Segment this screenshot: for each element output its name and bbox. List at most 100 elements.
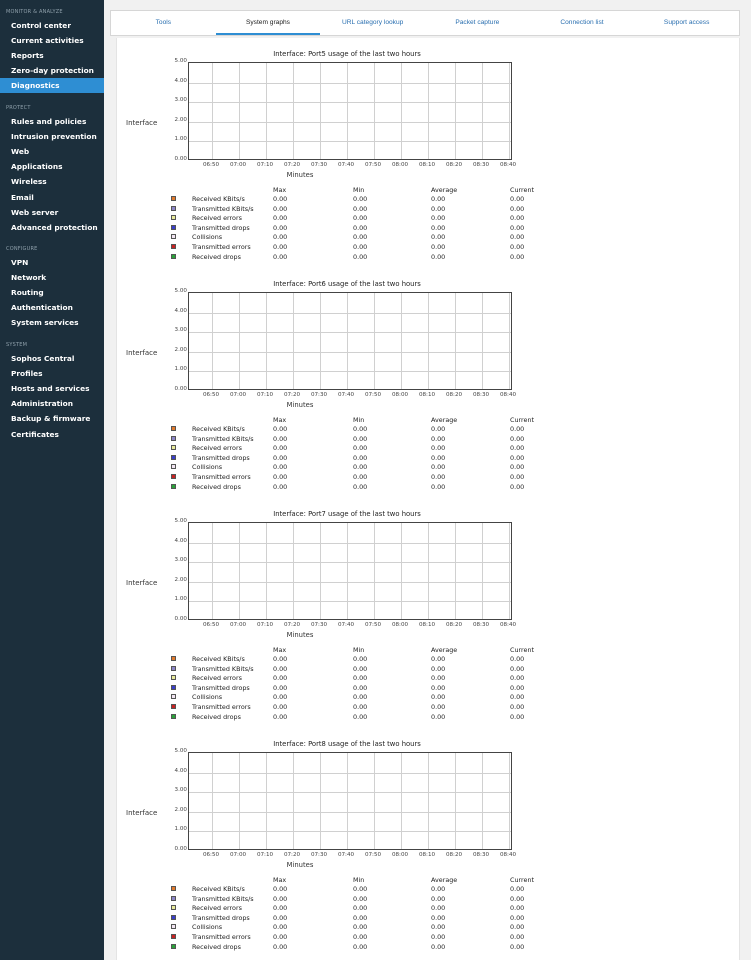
tab-packet-capture[interactable]: Packet capture [425, 11, 530, 35]
stat-value: 0.00 [353, 683, 368, 692]
sidebar-item-profiles[interactable]: Profiles [0, 366, 104, 381]
gridline [212, 523, 213, 619]
gridline [509, 63, 510, 159]
y-tick-label: 0.00 [174, 616, 187, 622]
gridline [374, 63, 375, 159]
gridline [189, 772, 511, 774]
gridline [189, 141, 511, 143]
stat-label: Transmitted KBits/s [192, 894, 254, 903]
sidebar-item-reports[interactable]: Reports [0, 48, 104, 63]
sidebar-item-advanced-protection[interactable]: Advanced protection [0, 220, 104, 235]
interface-graph-3: Interface: Port7 usage of the last two h… [117, 510, 737, 740]
sidebar-item-system-services[interactable]: System services [0, 315, 104, 330]
sidebar-item-wireless[interactable]: Wireless [0, 174, 104, 189]
gridline [189, 332, 511, 334]
stat-value: 0.00 [273, 204, 288, 213]
stat-label: Transmitted drops [192, 453, 250, 462]
stat-value: 0.00 [273, 693, 288, 702]
sidebar-item-sophos-central[interactable]: Sophos Central [0, 351, 104, 366]
stat-value: 0.00 [510, 425, 525, 433]
sidebar-section-header: MONITOR & ANALYZE [6, 9, 63, 15]
gridline [347, 753, 348, 849]
x-tick-label: 07:40 [337, 392, 355, 398]
gridline [347, 523, 348, 619]
x-tick-label: 07:30 [310, 622, 328, 628]
stat-value: 0.00 [353, 434, 368, 443]
gridline [212, 293, 213, 389]
stats-column-header: Average [431, 876, 458, 884]
stats-column-header: Min [353, 646, 365, 654]
stat-value: 0.00 [273, 904, 288, 913]
sidebar-section-header: CONFIGURE [6, 246, 38, 252]
x-tick-label: 07:00 [229, 162, 247, 168]
stat-value: 0.00 [510, 444, 525, 453]
stat-value: 0.00 [510, 233, 525, 242]
y-tick-label: 0.00 [174, 156, 187, 162]
sidebar-item-authentication[interactable]: Authentication [0, 300, 104, 315]
stat-value: 0.00 [353, 664, 368, 673]
stat-value: 0.00 [273, 463, 288, 472]
sidebar-item-zero-day-protection[interactable]: Zero-day protection [0, 63, 104, 78]
graph-title: Interface: Port5 usage of the last two h… [273, 50, 421, 58]
stat-row: Transmitted drops 0.00 0.00 0.00 0.00 [117, 913, 737, 923]
gridline [401, 753, 402, 849]
sidebar-item-hosts-and-services[interactable]: Hosts and services [0, 381, 104, 396]
tab-tools[interactable]: Tools [111, 11, 216, 35]
sidebar-item-email[interactable]: Email [0, 190, 104, 205]
stat-value: 0.00 [431, 233, 446, 242]
gridline [374, 523, 375, 619]
tab-connection-list[interactable]: Connection list [530, 11, 635, 35]
stat-value: 0.00 [431, 243, 446, 251]
x-tick-label: 07:40 [337, 852, 355, 858]
stat-value: 0.00 [353, 444, 368, 453]
transmitted-drops-legend-swatch [171, 454, 176, 460]
stat-value: 0.00 [273, 712, 288, 721]
stat-row: Received drops 0.00 0.00 0.00 0.00 [117, 712, 737, 722]
x-tick-label: 07:30 [310, 392, 328, 398]
stat-value: 0.00 [431, 204, 446, 213]
stat-label: Transmitted KBits/s [192, 204, 254, 213]
x-tick-label: 07:30 [310, 162, 328, 168]
x-tick-label: 06:50 [202, 162, 220, 168]
sidebar-item-intrusion-prevention[interactable]: Intrusion prevention [0, 129, 104, 144]
y-tick-label: 5.00 [174, 518, 187, 524]
gridline [401, 63, 402, 159]
gridline [189, 371, 511, 373]
sidebar-item-rules-and-policies[interactable]: Rules and policies [0, 114, 104, 129]
collisions-legend-swatch [171, 924, 176, 930]
sidebar-item-administration[interactable]: Administration [0, 396, 104, 411]
sidebar-item-applications[interactable]: Applications [0, 159, 104, 174]
sidebar-item-network[interactable]: Network [0, 270, 104, 285]
tab-url-category-lookup[interactable]: URL category lookup [320, 11, 425, 35]
sidebar-item-certificates[interactable]: Certificates [0, 427, 104, 442]
sidebar-item-vpn[interactable]: VPN [0, 255, 104, 270]
stat-label: Transmitted errors [192, 243, 251, 251]
gridline [347, 63, 348, 159]
sidebar-item-current-activities[interactable]: Current activities [0, 33, 104, 48]
gridline [509, 753, 510, 849]
stat-value: 0.00 [510, 482, 525, 491]
gridline [320, 63, 321, 159]
stat-value: 0.00 [510, 674, 525, 683]
stat-value: 0.00 [273, 664, 288, 673]
transmitted-drops-legend-swatch [171, 224, 176, 230]
gridline [428, 523, 429, 619]
sidebar-item-control-center[interactable]: Control center [0, 18, 104, 33]
stat-row: Transmitted KBits/s 0.00 0.00 0.00 0.00 [117, 434, 737, 444]
y-tick-label: 4.00 [174, 537, 187, 544]
gridline [455, 63, 456, 159]
sidebar-item-backup-and-firmware[interactable]: Backup & firmware [0, 411, 104, 426]
graph-title: Interface: Port8 usage of the last two h… [273, 740, 421, 748]
x-tick-label: 08:40 [499, 622, 517, 628]
stat-value: 0.00 [431, 655, 446, 663]
tab-system-graphs[interactable]: System graphs [215, 11, 321, 35]
sidebar-item-diagnostics[interactable]: Diagnostics [0, 78, 104, 94]
tab-support-access[interactable]: Support access [634, 11, 739, 35]
sidebar-item-web-server[interactable]: Web server [0, 205, 104, 220]
gridline [266, 523, 267, 619]
gridline [320, 293, 321, 389]
x-tick-label: 07:00 [229, 392, 247, 398]
sidebar-item-web[interactable]: Web [0, 144, 104, 159]
received-errors-legend-swatch [171, 905, 176, 911]
sidebar-item-routing[interactable]: Routing [0, 285, 104, 300]
